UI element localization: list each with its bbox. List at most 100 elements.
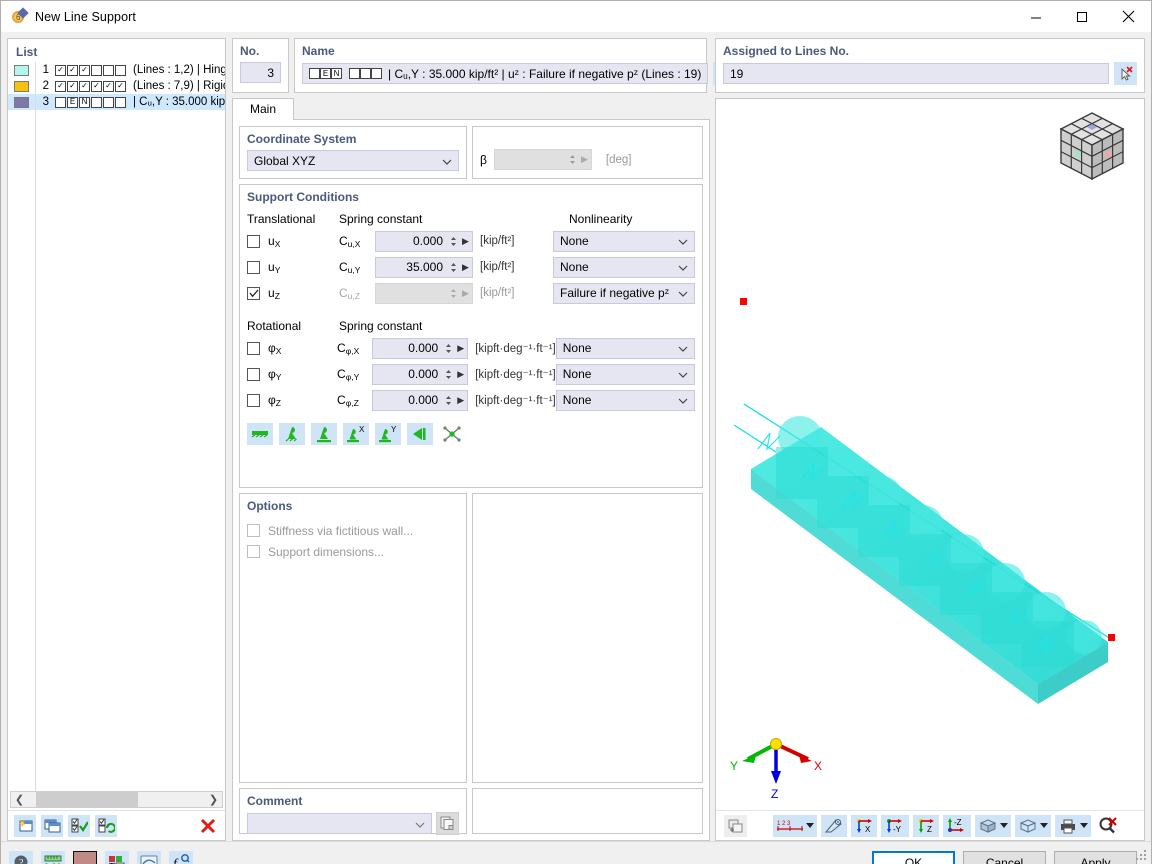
color-button[interactable] [73, 850, 97, 864]
list-item[interactable]: 2 ✓ ✓ ✓ ✓ ✓ ✓ (Lines : 7,9) | Rigid [8, 78, 225, 94]
print-button[interactable] [1055, 814, 1091, 837]
spinner-arrows-icon[interactable] [448, 262, 459, 273]
help-button[interactable]: ? [9, 850, 33, 864]
cancel-button[interactable]: Cancel [963, 850, 1046, 864]
phiz-checkbox[interactable] [247, 393, 260, 407]
cphiz-input[interactable]: 0.000 ▶ [372, 389, 469, 411]
uz-checkbox[interactable] [247, 286, 260, 300]
option-stiffness-wall[interactable]: Stiffness via fictitious wall... [247, 520, 459, 541]
render-quality-button[interactable] [137, 850, 161, 864]
chevron-down-icon[interactable] [1000, 823, 1008, 828]
ok-button[interactable]: OK [872, 850, 955, 864]
measure-button[interactable] [821, 814, 847, 837]
chevron-down-icon [678, 286, 688, 300]
uy-checkbox[interactable] [247, 260, 260, 274]
coordinate-system-select[interactable]: Global XYZ [247, 150, 459, 171]
select-all-button[interactable] [68, 814, 90, 837]
spinner-arrows-icon[interactable] [448, 288, 459, 299]
uy-nonlinearity-select[interactable]: None [553, 256, 695, 278]
view-negz-button[interactable]: -Z [943, 814, 971, 837]
cuz-input[interactable]: ▶ [375, 282, 473, 304]
ux-checkbox[interactable] [247, 234, 260, 248]
tab-main[interactable]: Main [232, 98, 295, 120]
preset-fixed-x-button[interactable]: X [343, 423, 369, 445]
chevron-down-icon[interactable] [1040, 823, 1048, 828]
options-group: Options Stiffness via fictitious wall...… [239, 493, 468, 783]
units-button[interactable]: 0,00 [41, 850, 65, 864]
expand-arrow-icon[interactable]: ▶ [459, 288, 472, 299]
stiffness-wall-checkbox[interactable] [247, 524, 260, 537]
list-item-selected[interactable]: 3 E N | Cᵤ,Y : 35.000 kip/f [8, 94, 225, 110]
option-support-dimensions[interactable]: Support dimensions... [247, 541, 459, 562]
spinner-arrows-icon[interactable] [443, 369, 454, 380]
comment-input[interactable] [247, 813, 433, 834]
beta-input[interactable]: ▶ [493, 149, 592, 170]
scroll-track[interactable] [28, 792, 205, 807]
close-button[interactable] [1105, 2, 1151, 32]
minimize-button[interactable] [1013, 2, 1059, 32]
view-x-button[interactable]: X [851, 814, 877, 837]
spinner-arrows-icon[interactable] [443, 395, 454, 406]
comment-copy-icon[interactable] [436, 812, 460, 835]
phiz-nonlinearity-select[interactable]: None [555, 389, 696, 411]
expand-arrow-icon[interactable]: ▶ [454, 343, 467, 354]
copy-item-button[interactable] [41, 814, 63, 837]
chevron-down-icon[interactable] [1080, 823, 1088, 828]
preset-wall-button[interactable] [407, 423, 433, 445]
spinner-arrows-icon[interactable] [448, 236, 459, 247]
phix-nonlinearity-select[interactable]: None [555, 337, 696, 359]
number-input[interactable]: 3 [240, 62, 281, 83]
assigned-lines-input[interactable]: 19 [723, 63, 1109, 84]
maximize-button[interactable] [1059, 2, 1105, 32]
cphix-input[interactable]: 0.000 ▶ [372, 337, 469, 359]
numbering-button[interactable]: 1 2 3 [773, 814, 817, 837]
formula-button[interactable]: fx [169, 850, 193, 864]
phiy-nonlinearity-select[interactable]: None [555, 363, 696, 385]
pick-lines-cursor-icon[interactable] [1114, 62, 1137, 85]
cphiy-input[interactable]: 0.000 ▶ [372, 363, 469, 385]
list-item[interactable]: 1 ✓ ✓ ✓ (Lines : 1,2) | Hinge [8, 62, 225, 78]
phix-checkbox[interactable] [247, 341, 260, 355]
view-z-button[interactable]: Z [913, 814, 939, 837]
zoom-reset-button[interactable] [1095, 815, 1121, 837]
phix-label: φX [268, 340, 282, 356]
view-negy-button[interactable]: -Y [881, 814, 909, 837]
delete-item-button[interactable] [197, 815, 219, 837]
new-item-button[interactable] [14, 814, 36, 837]
preset-free-button[interactable] [247, 423, 273, 445]
preset-none-button[interactable] [439, 423, 465, 445]
cuy-input[interactable]: 35.000 ▶ [375, 256, 473, 278]
cux-input[interactable]: 0.000 ▶ [375, 230, 473, 252]
preset-fixed-button[interactable] [311, 423, 337, 445]
name-input[interactable]: E N | Cᵤ,Y : 35.000 kip/ft² | uᶻ : Failu… [302, 63, 709, 84]
expand-arrow-icon[interactable]: ▶ [454, 395, 467, 406]
invert-selection-button[interactable] [95, 814, 117, 837]
list-rows[interactable]: 1 ✓ ✓ ✓ (Lines : 1,2) | Hinge 2 ✓ ✓ ✓ ✓ … [8, 62, 225, 791]
expand-arrow-icon[interactable]: ▶ [459, 236, 472, 247]
apply-button[interactable]: Apply [1054, 850, 1137, 864]
preset-fixed-y-button[interactable]: Y [375, 423, 401, 445]
model-3d-viewport[interactable]: X Y Z [716, 99, 1144, 810]
chevron-down-icon[interactable] [806, 823, 814, 828]
chevron-right-icon[interactable]: ❯ [205, 792, 222, 807]
check-glyph: N [79, 96, 90, 108]
render-toggle-button[interactable] [724, 814, 747, 837]
ux-nonlinearity-select[interactable]: None [553, 230, 695, 252]
support-dimensions-checkbox[interactable] [247, 545, 260, 558]
expand-arrow-icon[interactable]: ▶ [459, 262, 472, 273]
resize-grip[interactable] [1136, 848, 1148, 860]
navigation-cube-icon[interactable] [1053, 107, 1131, 189]
uz-nonlinearity-select[interactable]: Failure if negative pᶻ [553, 282, 695, 304]
preset-hinged-button[interactable] [279, 423, 305, 445]
phiy-checkbox[interactable] [247, 367, 260, 381]
display-properties-button[interactable]: A [105, 850, 129, 864]
spinner-arrows-icon[interactable] [567, 154, 578, 165]
phiy-label: φY [268, 366, 282, 382]
box-view-button[interactable] [1015, 814, 1051, 837]
spinner-arrows-icon[interactable] [443, 343, 454, 354]
chevron-left-icon[interactable]: ❮ [11, 792, 28, 807]
visibility-button[interactable] [975, 814, 1011, 837]
expand-arrow-icon[interactable]: ▶ [578, 154, 591, 165]
expand-arrow-icon[interactable]: ▶ [454, 369, 467, 380]
list-horizontal-scrollbar[interactable]: ❮ ❯ [10, 791, 223, 808]
